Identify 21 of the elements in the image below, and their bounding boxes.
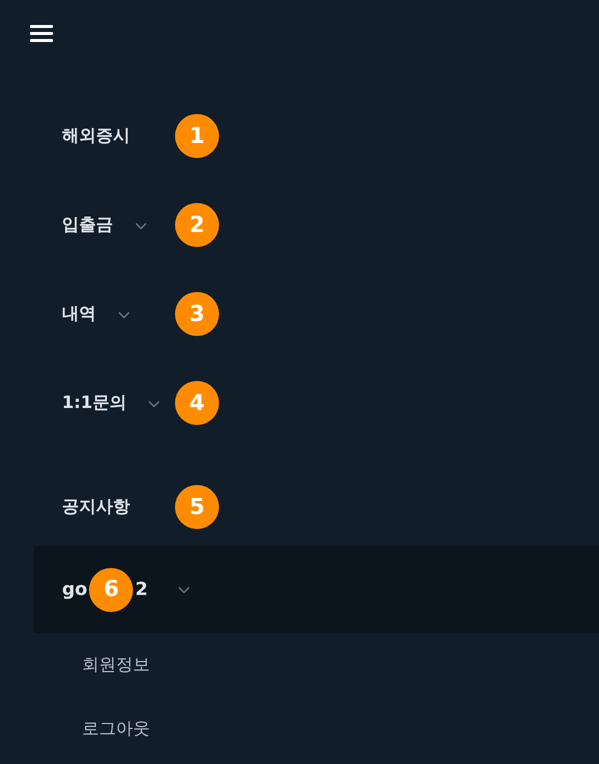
menu-item[interactable]: 공지사항 bbox=[62, 494, 130, 520]
menu-item[interactable]: 해외증시 bbox=[62, 124, 130, 150]
chevron-down-icon bbox=[135, 222, 147, 230]
user-menu-row[interactable]: go 6 2 bbox=[34, 546, 599, 633]
submenu-item[interactable]: 로그아웃 bbox=[82, 716, 599, 742]
menu-icon[interactable] bbox=[30, 23, 54, 43]
number-badge: 4 bbox=[175, 381, 219, 425]
user-name: go bbox=[62, 578, 88, 602]
menu-item[interactable]: 내역 bbox=[62, 302, 96, 328]
chevron-down-icon bbox=[178, 586, 190, 594]
chevron-down-icon bbox=[118, 310, 130, 318]
number-badge: 6 bbox=[89, 568, 134, 612]
menu-item[interactable]: 입출금 bbox=[62, 212, 113, 238]
number-badge: 5 bbox=[175, 485, 219, 529]
chevron-down-icon bbox=[148, 400, 160, 408]
number-badge: 2 bbox=[175, 203, 219, 247]
submenu-item[interactable]: 회원정보 bbox=[82, 653, 599, 678]
user-name: 2 bbox=[135, 578, 148, 602]
menu-item[interactable]: 1:1문의 bbox=[62, 390, 126, 416]
number-badge: 1 bbox=[175, 114, 219, 158]
number-badge: 3 bbox=[175, 292, 219, 336]
